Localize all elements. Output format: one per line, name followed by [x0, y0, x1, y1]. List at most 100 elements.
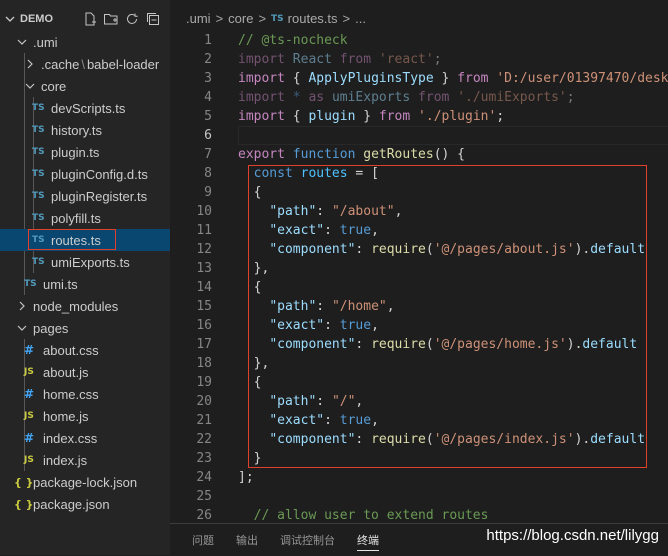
code-text: },	[253, 261, 270, 276]
tree-file-home-js[interactable]: JS home.js	[0, 405, 170, 427]
chevron-right-icon	[14, 298, 30, 314]
tree-file-index-css[interactable]: # index.css	[0, 427, 170, 449]
line-number: 2	[204, 52, 212, 67]
explorer-sidebar: DEMO .umi .cache \ babel-loader core TS …	[0, 0, 170, 555]
typescript-file-icon: TS	[271, 13, 284, 24]
tree-file-index-js[interactable]: JS index.js	[0, 449, 170, 471]
line-number: 7	[204, 147, 212, 162]
code-text: "path": "/about",	[269, 204, 403, 219]
line-number: 13	[196, 261, 212, 276]
chevron-down-icon[interactable]	[4, 13, 16, 25]
tree-file-pluginregister[interactable]: TS pluginRegister.ts	[0, 185, 170, 207]
code-line: 10 "path": "/about",	[170, 202, 668, 221]
tree-folder-umi[interactable]: .umi	[0, 31, 170, 53]
tree-file-umi[interactable]: TS umi.ts	[0, 273, 170, 295]
tree-file-devscripts[interactable]: TS devScripts.ts	[0, 97, 170, 119]
breadcrumb-item[interactable]: routes.ts	[288, 11, 338, 26]
javascript-file-icon: JS	[24, 367, 34, 377]
explorer-title: DEMO	[20, 12, 53, 25]
refresh-icon[interactable]	[123, 10, 141, 28]
tree-label: pluginRegister.ts	[51, 188, 148, 204]
tree-folder-cache[interactable]: .cache \ babel-loader	[0, 53, 170, 75]
code-text: {	[253, 375, 262, 390]
tree-label: plugin.ts	[51, 144, 100, 160]
line-number: 10	[196, 204, 212, 219]
code-line: 7 export function getRoutes() {	[170, 145, 668, 164]
watermark: https://blog.csdn.net/lilygg	[486, 527, 659, 544]
tree-file-pluginconfig[interactable]: TS pluginConfig.d.ts	[0, 163, 170, 185]
line-number: 11	[196, 223, 212, 238]
new-file-icon[interactable]	[81, 10, 99, 28]
tree-label: umiExports.ts	[51, 254, 130, 270]
line-number: 1	[204, 33, 212, 48]
code-text: "exact": true,	[269, 413, 379, 428]
typescript-file-icon: TS	[32, 235, 45, 245]
typescript-file-icon: TS	[32, 169, 45, 179]
tree-label: index.js	[43, 452, 88, 468]
code-line: 1 // @ts-nocheck	[170, 31, 668, 50]
chevron-right-icon: >	[258, 11, 267, 26]
code-text: },	[253, 356, 270, 371]
tree-file-plugin[interactable]: TS plugin.ts	[0, 141, 170, 163]
tab-debug-console[interactable]: 调试控制台	[280, 530, 335, 550]
typescript-file-icon: TS	[32, 213, 45, 223]
code-text: import * as umiExports from './umiExport…	[238, 90, 575, 105]
breadcrumb-item[interactable]: core	[228, 11, 253, 26]
tree-file-routes[interactable]: TS routes.ts	[0, 229, 170, 251]
tree-folder-core[interactable]: core	[0, 75, 170, 97]
code-text: export function getRoutes() {	[238, 147, 466, 162]
tree-label: about.css	[43, 342, 99, 358]
typescript-file-icon: TS	[32, 103, 45, 113]
line-number: 3	[204, 71, 212, 86]
tree-file-package-json[interactable]: { } package.json	[0, 493, 170, 515]
tree-file-polyfill[interactable]: TS polyfill.ts	[0, 207, 170, 229]
code-text: ];	[238, 470, 254, 485]
tree-file-package-lock[interactable]: { } package-lock.json	[0, 471, 170, 493]
tree-file-history[interactable]: TS history.ts	[0, 119, 170, 141]
typescript-file-icon: TS	[24, 279, 37, 289]
code-line: 13 },	[170, 259, 668, 278]
code-text: {	[253, 185, 262, 200]
breadcrumb-item[interactable]: .umi	[186, 11, 211, 26]
tree-folder-node-modules[interactable]: node_modules	[0, 295, 170, 317]
code-line: 4 import * as umiExports from './umiExpor…	[170, 88, 668, 107]
line-number: 19	[196, 375, 212, 390]
code-text: "component": require('@/pages/home.js').…	[269, 337, 638, 352]
line-number: 17	[196, 337, 212, 352]
code-line: 17 "component": require('@/pages/home.js…	[170, 335, 668, 354]
code-line: 20 "path": "/",	[170, 392, 668, 411]
code-text: "path": "/",	[269, 394, 364, 409]
tree-file-umiexports[interactable]: TS umiExports.ts	[0, 251, 170, 273]
line-number: 14	[196, 280, 212, 295]
code-line: 3 import { ApplyPluginsType } from 'D:/us…	[170, 69, 668, 88]
code-line: 18 },	[170, 354, 668, 373]
css-file-icon: #	[24, 387, 35, 401]
tree-file-about-js[interactable]: JS about.js	[0, 361, 170, 383]
tree-label: about.js	[43, 364, 89, 380]
new-folder-icon[interactable]	[102, 10, 120, 28]
chevron-right-icon: >	[342, 11, 351, 26]
line-number: 23	[196, 451, 212, 466]
css-file-icon: #	[24, 343, 35, 357]
tree-file-home-css[interactable]: # home.css	[0, 383, 170, 405]
typescript-file-icon: TS	[32, 191, 45, 201]
code-line: 12 "component": require('@/pages/about.j…	[170, 240, 668, 259]
code-line: 2 import React from 'react';	[170, 50, 668, 69]
tree-label: pages	[33, 320, 69, 336]
chevron-down-icon	[22, 78, 38, 94]
code-text: import React from 'react';	[238, 52, 442, 67]
tree-label: devScripts.ts	[51, 100, 126, 116]
code-line: 11 "exact": true,	[170, 221, 668, 240]
typescript-file-icon: TS	[32, 125, 45, 135]
tree-file-about-css[interactable]: # about.css	[0, 339, 170, 361]
tab-output[interactable]: 输出	[236, 530, 258, 550]
collapse-all-icon[interactable]	[144, 10, 162, 28]
code-editor[interactable]: .umi > core > TS routes.ts > ... 1 // @ts…	[170, 0, 668, 555]
chevron-down-icon	[14, 320, 30, 336]
tab-terminal[interactable]: 终端	[357, 530, 379, 551]
code-text: {	[253, 280, 262, 295]
tab-problems[interactable]: 问题	[192, 530, 214, 550]
breadcrumb-item[interactable]: ...	[355, 11, 366, 26]
tree-label: history.ts	[51, 122, 103, 138]
tree-folder-pages[interactable]: pages	[0, 317, 170, 339]
